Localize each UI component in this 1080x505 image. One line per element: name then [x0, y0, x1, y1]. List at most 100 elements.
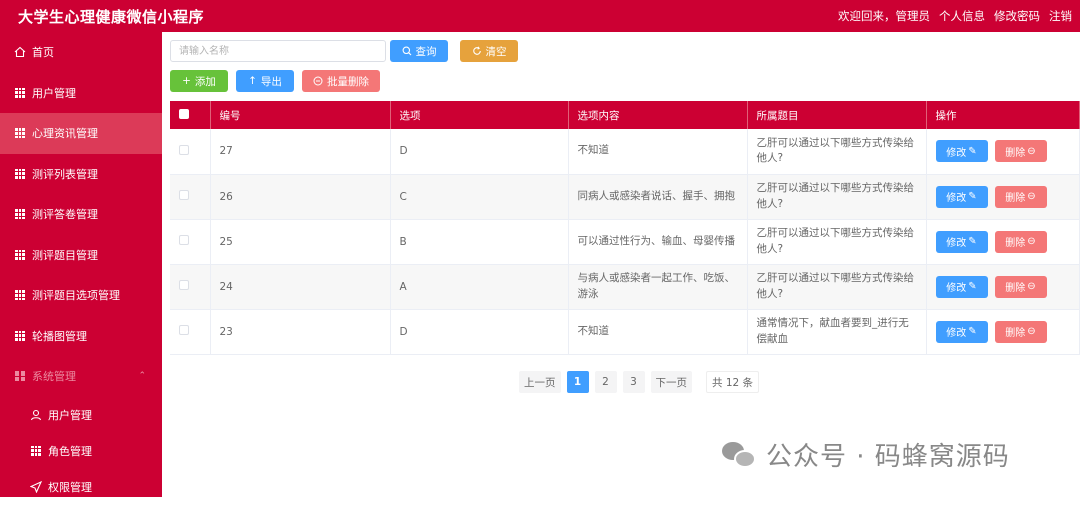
delete-button[interactable]: 删除 ⊖	[994, 185, 1047, 208]
row-checkbox-cell	[170, 219, 211, 265]
cell-option: B	[390, 219, 569, 265]
delete-button[interactable]: 删除 ⊖	[994, 320, 1047, 343]
sidebar-item-label: 轮播图管理	[32, 329, 87, 343]
select-all-checkbox[interactable]	[179, 108, 189, 119]
edit-button[interactable]: 修改 ✎	[935, 230, 988, 253]
row-checkbox-cell	[170, 174, 211, 220]
cell-topic: 乙肝可以通过以下哪些方式传染给他人?	[747, 264, 927, 310]
cell-actions: 修改 ✎ 删除 ⊖	[926, 264, 1080, 310]
batch-delete-button[interactable]: 批量删除	[302, 70, 380, 92]
sidebar-item-question-options[interactable]: 测评题目选项管理	[0, 275, 162, 316]
cell-content: 可以通过性行为、输血、母婴传播	[568, 219, 748, 265]
row-checkbox[interactable]	[179, 280, 189, 290]
cell-actions: 修改 ✎ 删除 ⊖	[926, 174, 1080, 220]
sidebar-subitem-roles[interactable]: 角色管理	[0, 433, 162, 469]
page-1-button[interactable]: 1	[566, 371, 589, 393]
edit-icon: ✎	[968, 326, 977, 337]
grid-icon	[14, 87, 26, 99]
cell-content: 与病人或感染者一起工作、吃饭、游泳	[568, 264, 748, 310]
grid-icon	[14, 330, 26, 342]
cell-id: 26	[210, 174, 391, 220]
prev-page-button[interactable]: 上一页	[519, 371, 561, 393]
edit-label: 修改	[946, 283, 967, 294]
sidebar-item-assessment-list[interactable]: 测评列表管理	[0, 154, 162, 195]
watermark: 公众号 · 码蜂窝源码	[722, 436, 1010, 473]
logout-link[interactable]: 注销	[1049, 8, 1072, 24]
top-header: 大学生心理健康微信小程序 欢迎回来，管理员 个人信息 修改密码 注销	[0, 0, 1080, 32]
sidebar-item-answer-sheets[interactable]: 测评答卷管理	[0, 194, 162, 235]
send-icon	[30, 480, 42, 493]
profile-link[interactable]: 个人信息	[939, 8, 985, 24]
query-button[interactable]: 查询	[390, 40, 448, 62]
table-header-row: 编号 选项 选项内容 所属题目 操作	[170, 101, 1080, 129]
sidebar-item-label: 用户管理	[32, 86, 76, 100]
sidebar: 首页 用户管理 心理资讯管理 测评列表管理 测评答卷管理 测评题目管理 测评题目…	[0, 32, 162, 497]
sidebar-item-questions[interactable]: 测评题目管理	[0, 235, 162, 276]
cell-actions: 修改 ✎ 删除 ⊖	[926, 129, 1080, 175]
search-input[interactable]	[170, 40, 386, 62]
export-button[interactable]: ↑ 导出	[236, 70, 294, 92]
user-icon	[30, 409, 42, 421]
sidebar-subitem-users[interactable]: 用户管理	[0, 397, 162, 433]
sidebar-item-psych-news[interactable]: 心理资讯管理	[0, 113, 162, 154]
grid-icon	[14, 168, 26, 180]
header-actions: 操作	[926, 101, 1080, 129]
cell-content: 不知道	[568, 309, 748, 355]
watermark-text: 公众号 · 码蜂窝源码	[766, 442, 1010, 472]
page-2-button[interactable]: 2	[594, 371, 617, 393]
row-checkbox[interactable]	[179, 144, 189, 155]
row-checkbox[interactable]	[179, 325, 189, 335]
sidebar-item-label: 心理资讯管理	[32, 127, 98, 141]
batch-delete-label: 批量删除	[327, 75, 369, 88]
header-nav: 欢迎回来，管理员 个人信息 修改密码 注销	[838, 8, 1072, 24]
table-row: 26 C 同病人或感染者说话、握手、拥抱 乙肝可以通过以下哪些方式传染给他人? …	[170, 174, 1080, 220]
export-label: 导出	[260, 75, 282, 88]
cell-option: A	[390, 264, 569, 310]
edit-label: 修改	[946, 328, 967, 339]
next-page-button[interactable]: 下一页	[650, 371, 692, 393]
sidebar-item-user-management[interactable]: 用户管理	[0, 73, 162, 114]
table-row: 24 A 与病人或感染者一起工作、吃饭、游泳 乙肝可以通过以下哪些方式传染给他人…	[170, 264, 1080, 310]
row-checkbox[interactable]	[179, 235, 189, 245]
minus-circle-icon: ⊖	[1027, 145, 1036, 157]
sidebar-item-label: 测评题目管理	[32, 248, 98, 262]
delete-button[interactable]: 删除 ⊖	[994, 230, 1047, 253]
cell-id: 27	[210, 129, 391, 175]
edit-icon: ✎	[968, 236, 977, 247]
cell-actions: 修改 ✎ 删除 ⊖	[926, 309, 1080, 355]
sidebar-item-label: 首页	[32, 46, 54, 60]
page-3-button[interactable]: 3	[622, 371, 645, 393]
add-button[interactable]: + 添加	[170, 70, 228, 92]
wechat-icon	[722, 440, 758, 470]
sidebar-subitem-permissions[interactable]: 权限管理	[0, 469, 162, 505]
cell-option: D	[390, 309, 569, 355]
cell-topic: 乙肝可以通过以下哪些方式传染给他人?	[747, 219, 927, 265]
clear-button[interactable]: 清空	[460, 40, 518, 62]
search-icon	[402, 46, 411, 56]
sidebar-item-system[interactable]: 系统管理 ⌃	[0, 356, 162, 397]
sidebar-item-label: 测评题目选项管理	[32, 289, 120, 303]
edit-button[interactable]: 修改 ✎	[935, 275, 988, 298]
table-row: 25 B 可以通过性行为、输血、母婴传播 乙肝可以通过以下哪些方式传染给他人? …	[170, 219, 1080, 265]
cell-id: 23	[210, 309, 391, 355]
refresh-icon	[472, 46, 481, 55]
edit-button[interactable]: 修改 ✎	[935, 185, 988, 208]
delete-button[interactable]: 删除 ⊖	[994, 275, 1047, 298]
row-checkbox[interactable]	[179, 190, 189, 200]
edit-label: 修改	[946, 147, 967, 159]
edit-button[interactable]: 修改 ✎	[935, 320, 988, 343]
delete-button[interactable]: 删除 ⊖	[994, 140, 1047, 163]
change-password-link[interactable]: 修改密码	[994, 8, 1040, 24]
arrow-up-icon: ↑	[248, 75, 257, 87]
sidebar-item-carousel[interactable]: 轮播图管理	[0, 316, 162, 357]
edit-label: 修改	[946, 238, 967, 249]
edit-icon: ✎	[968, 145, 977, 157]
table-row: 23 D 不知道 通常情况下，献血者要到_进行无偿献血 修改 ✎ 删除 ⊖	[170, 309, 1080, 355]
sidebar-item-home[interactable]: 首页	[0, 32, 162, 73]
minus-circle-icon: ⊖	[1027, 191, 1036, 202]
delete-label: 删除	[1005, 238, 1026, 249]
edit-icon: ✎	[968, 191, 977, 202]
edit-button[interactable]: 修改 ✎	[935, 140, 988, 163]
sidebar-item-label: 测评答卷管理	[32, 208, 98, 222]
pagination: 上一页 1 2 3 下一页 共 12 条	[519, 371, 760, 393]
